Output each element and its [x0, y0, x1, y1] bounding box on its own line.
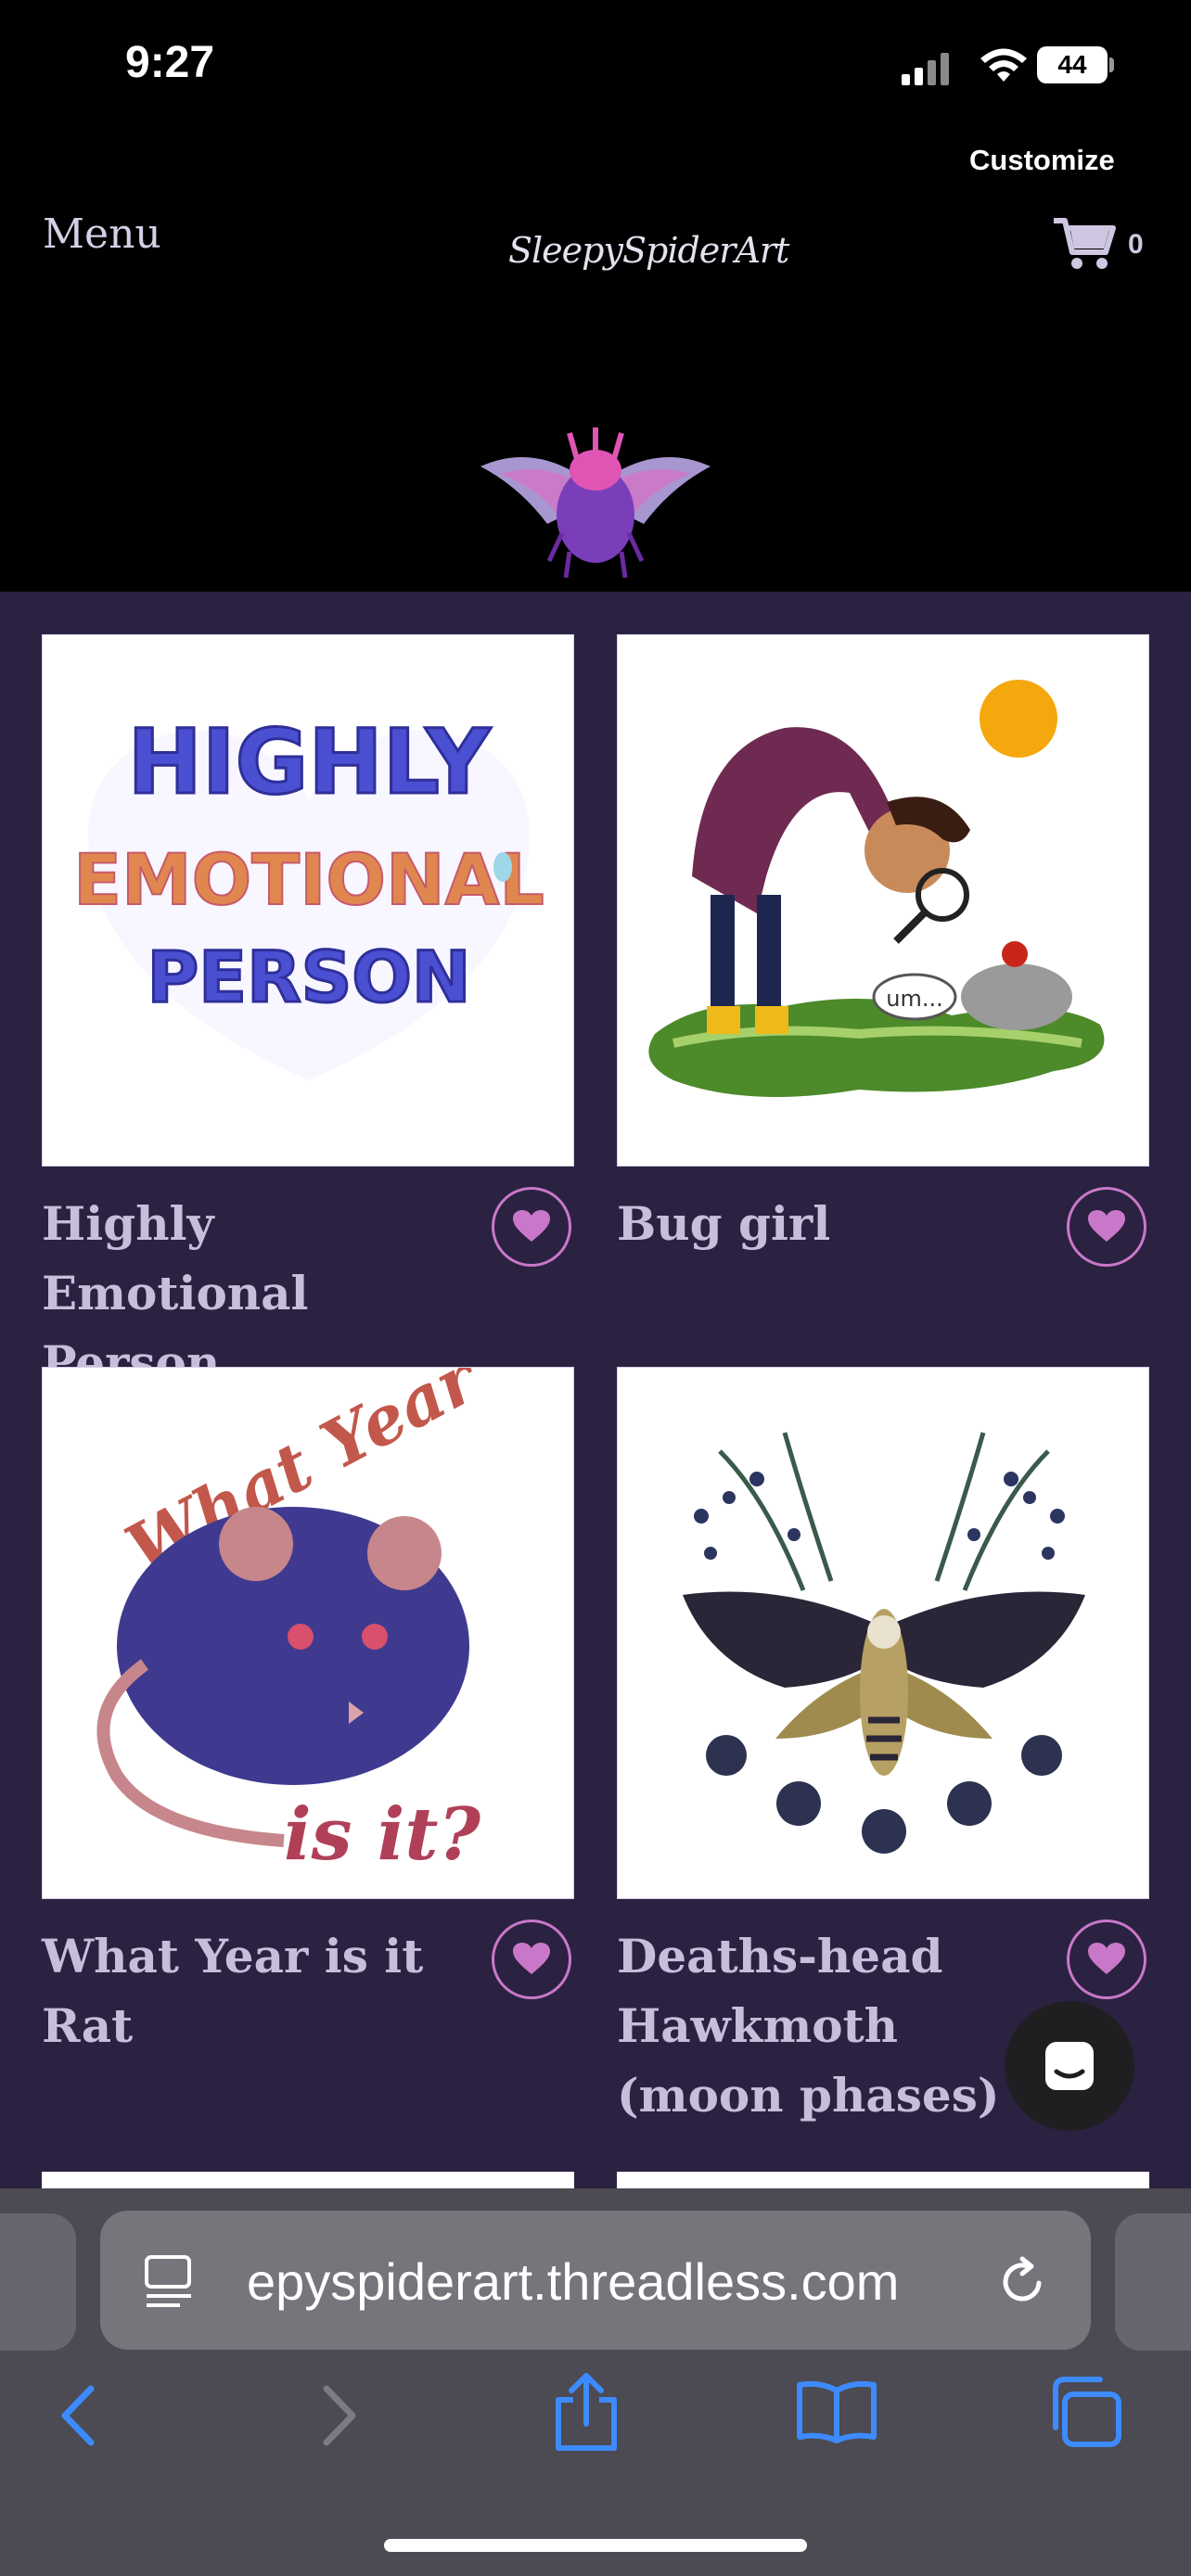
heart-icon: [1088, 1210, 1125, 1242]
svg-text:HIGHLY: HIGHLY: [128, 710, 492, 814]
product-image-bug-girl[interactable]: um...: [617, 634, 1149, 1167]
menu-button[interactable]: Menu: [43, 210, 161, 258]
heart-icon: [513, 1943, 550, 1974]
chat-launcher-button[interactable]: [1005, 2001, 1134, 2131]
svg-text:EMOTIONAL: EMOTIONAL: [73, 838, 544, 921]
favorite-button[interactable]: [492, 1919, 571, 1999]
wifi-icon: [980, 48, 1027, 82]
chat-icon: [1045, 2042, 1094, 2090]
heart-icon: [1088, 1943, 1125, 1974]
next-tab-preview[interactable]: [1115, 2213, 1191, 2351]
product-image-what-year-rat[interactable]: What Year is it?: [42, 1367, 574, 1899]
heart-icon: [513, 1210, 550, 1242]
site-logo[interactable]: SleepySpiderArt: [508, 230, 789, 271]
what-year-rat-art: What Year is it?: [96, 1368, 493, 1877]
favorite-button[interactable]: [1067, 1187, 1146, 1267]
home-indicator: [384, 2539, 807, 2552]
product-image-deaths-head-hawkmoth[interactable]: [617, 1367, 1149, 1899]
hawkmoth-art: [683, 1432, 1085, 1854]
cart-icon[interactable]: [1052, 215, 1117, 273]
cellular-signal-icon: [902, 53, 949, 85]
status-time: 9:27: [125, 38, 215, 87]
url-text[interactable]: epyspiderart.threadless.com: [247, 2251, 899, 2312]
favorite-button[interactable]: [1067, 1919, 1146, 1999]
product-title[interactable]: What Year is it Rat: [42, 1921, 478, 2060]
highly-emotional-person-art: HIGHLY EMOTIONAL PERSON: [72, 709, 545, 1080]
bug-girl-art: um...: [648, 680, 1105, 1097]
back-icon[interactable]: [56, 2383, 102, 2448]
product-title[interactable]: Deaths-head Hawkmoth (moon phases): [617, 1921, 1053, 2130]
reload-icon[interactable]: [996, 2255, 1048, 2307]
tabs-icon[interactable]: [1044, 2374, 1124, 2450]
customize-link[interactable]: Customize: [969, 144, 1115, 177]
previous-tab-preview[interactable]: [0, 2213, 76, 2351]
favorite-button[interactable]: [492, 1187, 571, 1267]
battery-tip: [1109, 57, 1114, 72]
svg-text:PERSON: PERSON: [147, 936, 470, 1018]
share-icon[interactable]: [551, 2372, 621, 2454]
beetle-logo-icon: [480, 427, 711, 579]
svg-text:is it?: is it?: [284, 1792, 481, 1877]
cart-count: 0: [1128, 229, 1144, 260]
page-menu-icon[interactable]: [141, 2253, 197, 2309]
product-title[interactable]: Bug girl: [617, 1189, 1053, 1258]
speech-bubble-text: um...: [886, 986, 942, 1012]
battery-level: 44: [1037, 46, 1108, 83]
bookmarks-icon[interactable]: [794, 2379, 879, 2444]
forward-icon[interactable]: [315, 2383, 362, 2448]
product-image-highly-emotional-person[interactable]: HIGHLY EMOTIONAL PERSON: [42, 634, 574, 1167]
